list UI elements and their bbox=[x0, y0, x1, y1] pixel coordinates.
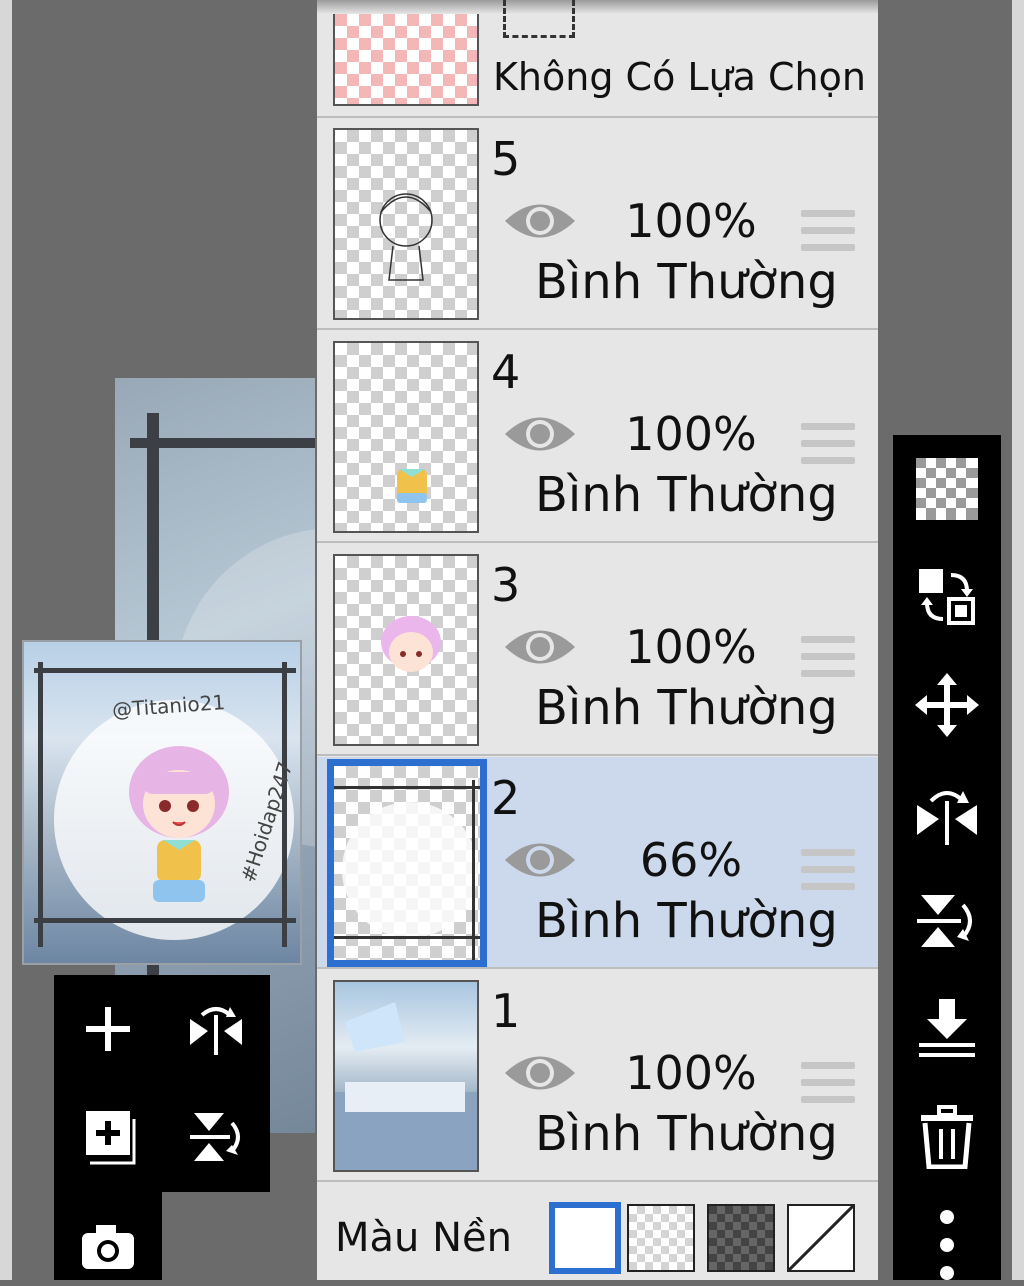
layer-opacity[interactable]: 100% bbox=[607, 1050, 775, 1096]
layer-thumbnail bbox=[333, 128, 479, 320]
left-edge bbox=[0, 0, 12, 1280]
swap-layers-icon bbox=[919, 569, 975, 625]
more-vertical-icon bbox=[940, 1210, 954, 1280]
more-options-button[interactable] bbox=[907, 1205, 987, 1285]
flip-horizontal-icon bbox=[190, 1007, 242, 1055]
layer-number: 1 bbox=[491, 984, 521, 1038]
add-layer-icon bbox=[86, 1007, 130, 1051]
trash-icon bbox=[921, 1105, 973, 1169]
none-slash-icon bbox=[787, 1204, 855, 1272]
bg-white-swatch[interactable] bbox=[549, 1202, 621, 1274]
layer-blend-mode[interactable]: Bình Thường bbox=[535, 897, 838, 945]
background-color-label: Màu Nền bbox=[335, 1215, 512, 1261]
layer-blend-mode[interactable]: Bình Thường bbox=[535, 684, 838, 732]
flip-vertical-button[interactable] bbox=[176, 1097, 256, 1177]
layer-thumbnail bbox=[333, 554, 479, 746]
layer-opacity[interactable]: 100% bbox=[607, 411, 775, 457]
flip-vertical-icon bbox=[917, 895, 972, 947]
panel-shadow bbox=[317, 0, 878, 14]
layer-number: 4 bbox=[491, 345, 521, 399]
layer-thumbnail bbox=[333, 980, 479, 1172]
layer-opacity[interactable]: 100% bbox=[607, 198, 775, 244]
preview-frame bbox=[38, 662, 43, 947]
layer-panel: Không Có Lựa Chọn 5 100% Bình Thường 4 1… bbox=[317, 0, 878, 1280]
shirt-thumbnail bbox=[397, 469, 427, 503]
add-layer-button[interactable] bbox=[68, 989, 148, 1069]
flip-horizontal-button[interactable] bbox=[176, 989, 256, 1069]
layer-row-5[interactable]: 5 100% Bình Thường bbox=[317, 118, 878, 330]
left-toolbar bbox=[54, 975, 270, 1192]
selection-box-icon bbox=[503, 0, 575, 38]
move-button[interactable] bbox=[907, 665, 987, 745]
visibility-eye-icon[interactable] bbox=[503, 833, 577, 887]
visibility-eye-icon[interactable] bbox=[503, 194, 577, 248]
flip-horizontal-button[interactable] bbox=[907, 773, 987, 853]
layer-opacity[interactable]: 66% bbox=[607, 837, 775, 883]
layer-opacity[interactable]: 100% bbox=[607, 624, 775, 670]
layer-blend-mode[interactable]: Bình Thường bbox=[535, 258, 838, 306]
left-toolbar-bottom bbox=[54, 1190, 162, 1280]
transparency-checker-icon bbox=[916, 458, 978, 520]
layer-row-2[interactable]: 2 66% Bình Thường bbox=[317, 757, 878, 969]
frame-thumbnail bbox=[334, 780, 480, 960]
layer-number: 2 bbox=[491, 771, 521, 825]
drag-handle-icon[interactable] bbox=[801, 423, 855, 474]
drag-handle-icon[interactable] bbox=[801, 210, 855, 261]
room-photo-thumbnail bbox=[335, 1002, 477, 1170]
layer-blend-mode[interactable]: Bình Thường bbox=[535, 471, 838, 519]
selection-layer-row[interactable]: Không Có Lựa Chọn bbox=[317, 0, 878, 118]
add-layer-copy-button[interactable] bbox=[68, 1097, 148, 1177]
merge-down-button[interactable] bbox=[907, 989, 987, 1069]
layer-blend-mode[interactable]: Bình Thường bbox=[535, 1110, 838, 1158]
no-selection-label: Không Có Lựa Chọn bbox=[493, 55, 866, 99]
head-thumbnail bbox=[381, 616, 441, 672]
layer-row-3[interactable]: 3 100% Bình Thường bbox=[317, 544, 878, 756]
visibility-eye-icon[interactable] bbox=[503, 1046, 577, 1100]
merge-down-icon bbox=[919, 999, 975, 1057]
visibility-eye-icon[interactable] bbox=[503, 620, 577, 674]
canvas-preview[interactable]: @Titanio21 #Hoidap247 bbox=[22, 640, 302, 965]
layer-thumbnail bbox=[333, 341, 479, 533]
lineart-thumbnail bbox=[379, 193, 433, 281]
swap-layers-button[interactable] bbox=[907, 557, 987, 637]
flip-horizontal-icon bbox=[917, 791, 977, 845]
transparency-lock-button[interactable] bbox=[907, 449, 987, 529]
move-icon bbox=[915, 673, 979, 737]
bg-transparent-swatch[interactable] bbox=[627, 1204, 695, 1272]
drag-handle-icon[interactable] bbox=[801, 1062, 855, 1113]
right-edge bbox=[1012, 0, 1024, 1280]
drag-handle-icon[interactable] bbox=[801, 636, 855, 687]
layer-number: 3 bbox=[491, 558, 521, 612]
flip-vertical-icon bbox=[190, 1113, 240, 1161]
drag-handle-icon[interactable] bbox=[801, 849, 855, 900]
chibi-character bbox=[129, 746, 229, 902]
layer-row-1[interactable]: 1 100% Bình Thường bbox=[317, 970, 878, 1182]
delete-layer-button[interactable] bbox=[907, 1097, 987, 1177]
layer-number: 5 bbox=[491, 132, 521, 186]
add-layer-copy-icon bbox=[86, 1111, 136, 1165]
visibility-eye-icon[interactable] bbox=[503, 407, 577, 461]
selection-layer-thumbnail bbox=[333, 0, 479, 106]
layer-row-4[interactable]: 4 100% Bình Thường bbox=[317, 331, 878, 543]
layer-thumbnail bbox=[327, 759, 487, 967]
camera-icon bbox=[82, 1225, 134, 1269]
right-toolbar bbox=[893, 435, 1001, 1280]
background-color-bar: Màu Nền bbox=[317, 1186, 878, 1280]
bg-none-swatch[interactable] bbox=[787, 1204, 855, 1272]
preview-frame bbox=[34, 668, 296, 673]
flip-vertical-button[interactable] bbox=[907, 881, 987, 961]
preview-frame bbox=[34, 918, 296, 923]
camera-button[interactable] bbox=[68, 1206, 148, 1286]
bg-dark-swatch[interactable] bbox=[707, 1204, 775, 1272]
